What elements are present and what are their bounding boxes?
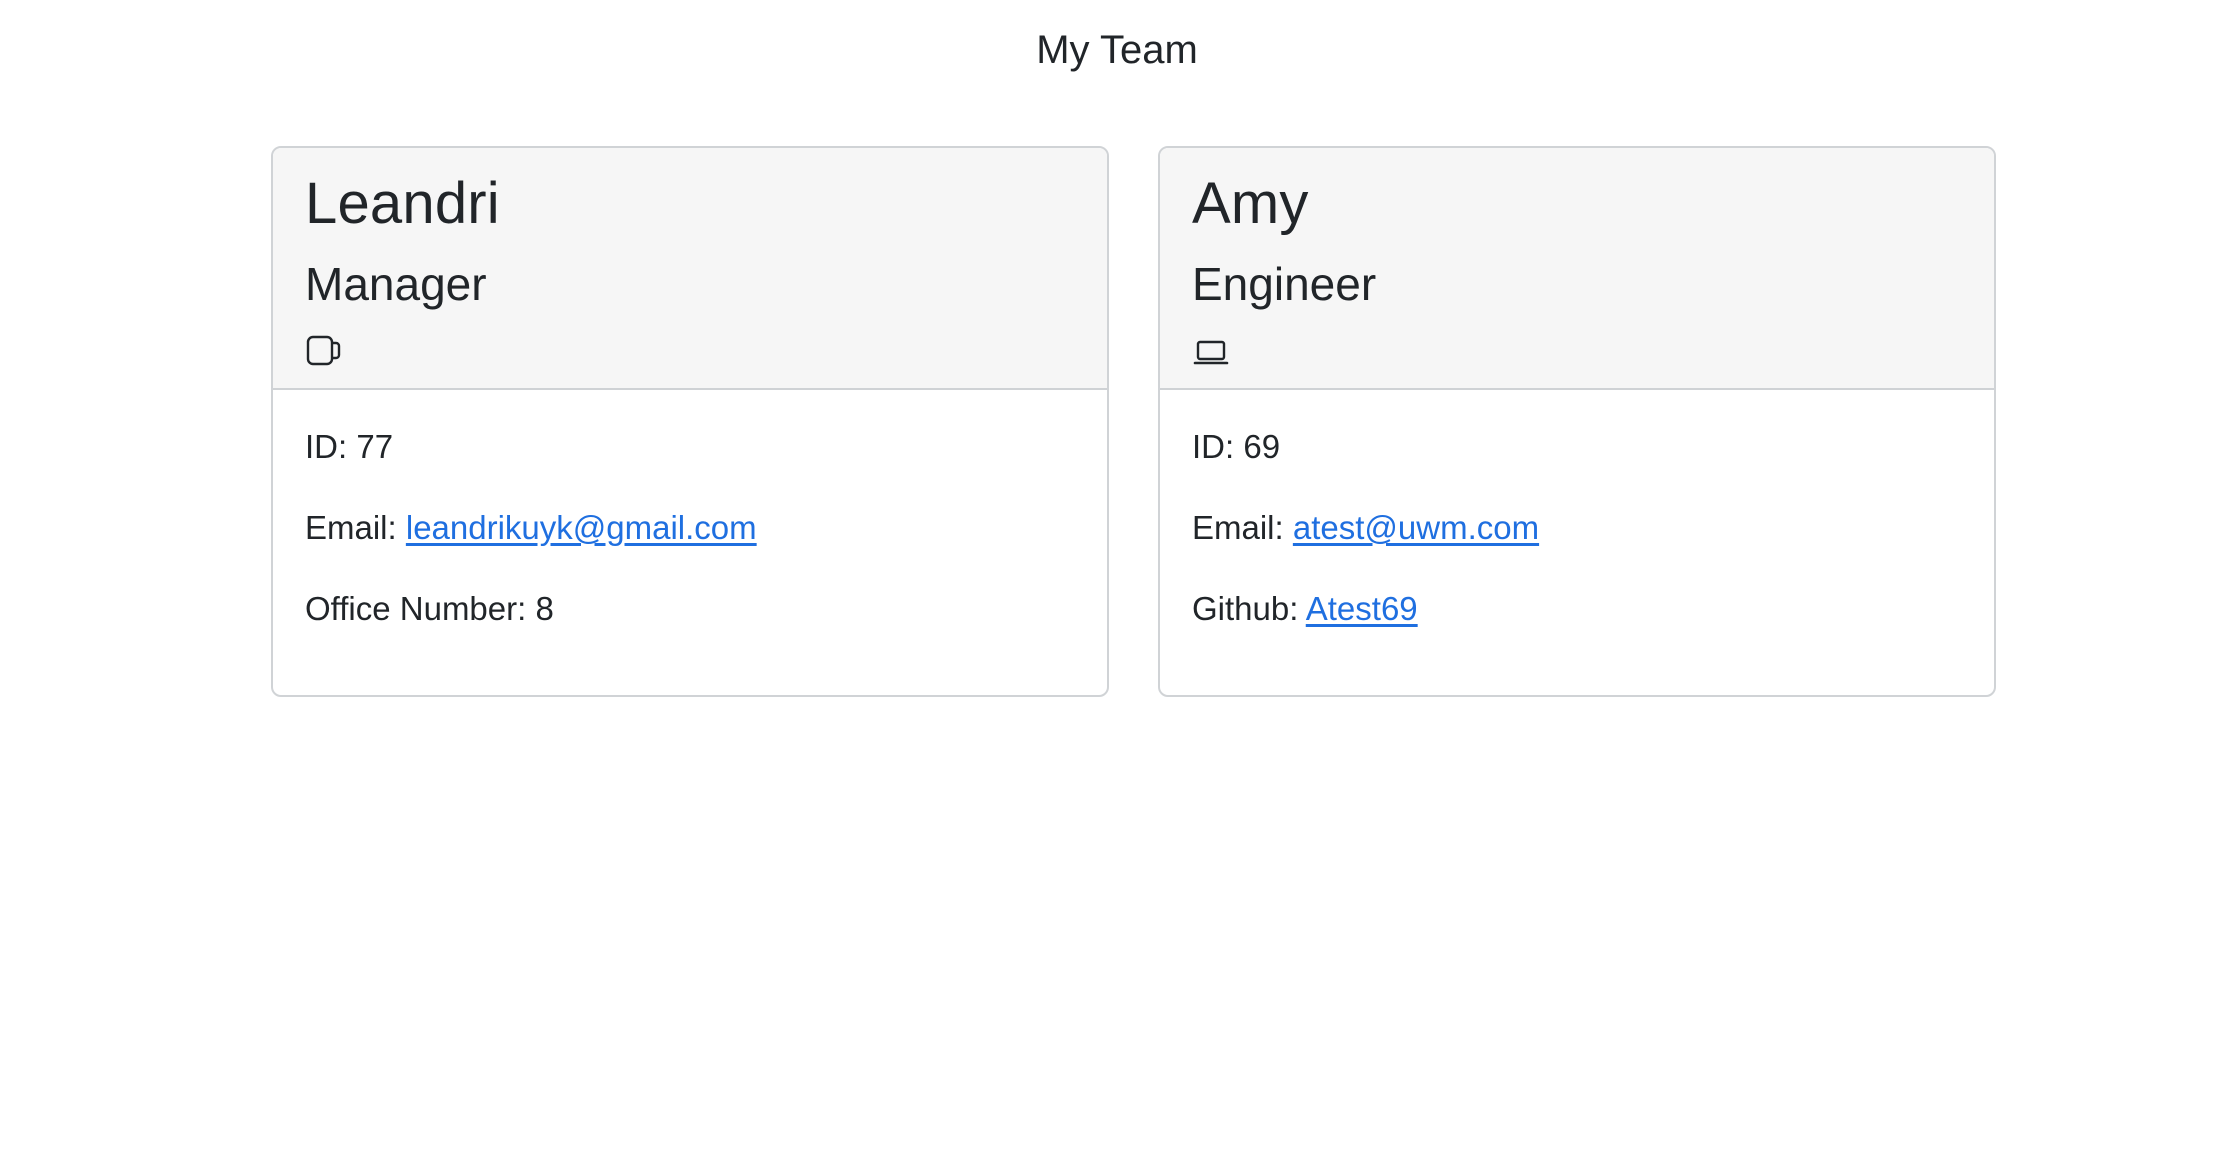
github-label: Github: [1192, 590, 1306, 627]
id-value: 69 [1243, 428, 1281, 465]
page: My Team Leandri Manager ID: 77 Email: le… [0, 0, 2234, 1154]
email-label: Email: [1192, 509, 1293, 546]
id-label: ID: [305, 428, 357, 465]
email-link[interactable]: leandrikuyk@gmail.com [406, 509, 757, 546]
employee-email: Email: leandrikuyk@gmail.com [305, 507, 1075, 549]
employee-card-engineer: Amy Engineer ID: 69 Email: atest@uwm.com… [1158, 146, 1996, 697]
page-title: My Team [1036, 28, 1198, 72]
email-link[interactable]: atest@uwm.com [1293, 509, 1539, 546]
employee-role: Engineer [1192, 258, 1377, 310]
card-header: Amy Engineer [1160, 148, 1994, 390]
coffee-mug-icon [306, 334, 342, 368]
github: Github: Atest69 [1192, 588, 1962, 630]
employee-id: ID: 69 [1192, 426, 1962, 468]
employee-email: Email: atest@uwm.com [1192, 507, 1962, 549]
employee-name: Amy [1192, 171, 1309, 236]
github-link[interactable]: Atest69 [1306, 590, 1418, 627]
id-value: 77 [356, 428, 394, 465]
employee-name: Leandri [305, 171, 500, 236]
id-label: ID: [1192, 428, 1244, 465]
card-body: ID: 69 Email: atest@uwm.com Github: Ates… [1160, 390, 1994, 630]
card-body: ID: 77 Email: leandrikuyk@gmail.com Offi… [273, 390, 1107, 630]
email-label: Email: [305, 509, 406, 546]
office-number: Office Number: 8 [305, 588, 1075, 630]
laptop-icon [1193, 334, 1229, 368]
card-header: Leandri Manager [273, 148, 1107, 390]
employee-id: ID: 77 [305, 426, 1075, 468]
office-number-value: 8 [535, 590, 554, 627]
employee-role: Manager [305, 258, 487, 310]
team-cards: Leandri Manager ID: 77 Email: leandrikuy… [271, 146, 1996, 697]
employee-card-manager: Leandri Manager ID: 77 Email: leandrikuy… [271, 146, 1109, 697]
office-number-label: Office Number: [305, 590, 536, 627]
